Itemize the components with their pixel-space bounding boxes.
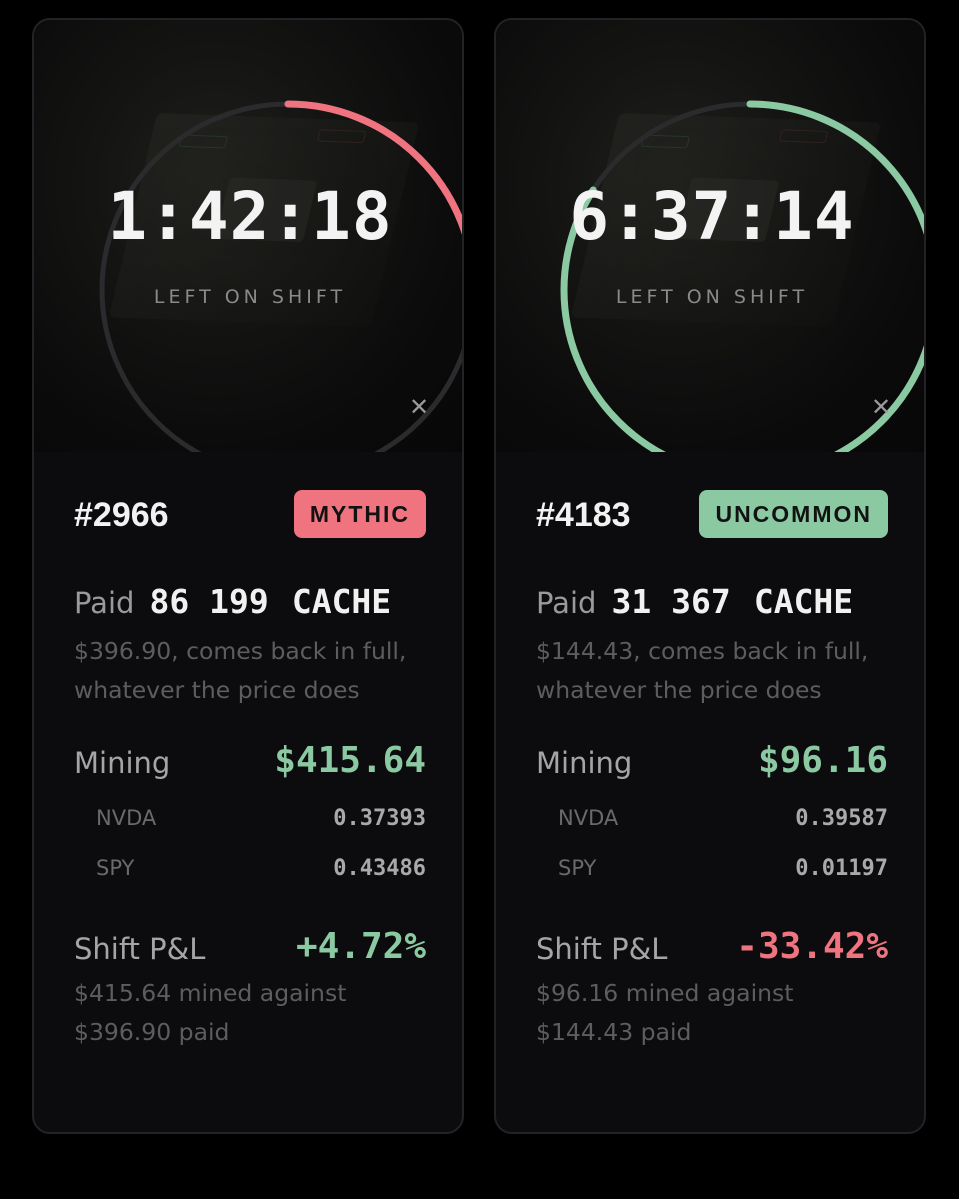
- mining-value: $415.64: [274, 740, 426, 781]
- miner-id: #4183: [536, 496, 631, 534]
- paid-row: Paid 31 367 CACHE: [536, 582, 888, 626]
- mining-row: Mining $96.16: [536, 740, 888, 786]
- asset-symbol: NVDA: [96, 806, 157, 830]
- miner-card[interactable]: 1:42:18 LEFT ON SHIFT ✕ #2966 MYTHIC Pai…: [32, 18, 464, 1134]
- paid-label: Paid: [536, 586, 597, 620]
- paid-amount: 86 199: [149, 582, 269, 621]
- asset-value: 0.01197: [795, 856, 888, 881]
- card-body: #2966 MYTHIC Paid 86 199 CACHE $396.90, …: [74, 490, 426, 1052]
- rarity-badge: MYTHIC: [293, 490, 426, 538]
- paid-row: Paid 86 199 CACHE: [74, 582, 426, 626]
- close-icon[interactable]: ✕: [868, 394, 894, 420]
- mining-value: $96.16: [757, 740, 888, 781]
- pnl-label: Shift P&L: [536, 932, 668, 966]
- paid-amount: 31 367: [611, 582, 731, 621]
- asset-symbol: SPY: [558, 856, 597, 880]
- paid-note: $144.43, comes back in full, whatever th…: [536, 637, 869, 704]
- asset-symbol: SPY: [96, 856, 135, 880]
- card-body: #4183 UNCOMMON Paid 31 367 CACHE $144.43…: [536, 490, 888, 1052]
- close-icon[interactable]: ✕: [406, 394, 432, 420]
- paid-unit: CACHE: [753, 582, 854, 621]
- timer-label: LEFT ON SHIFT: [615, 286, 809, 308]
- rarity-badge: UNCOMMON: [699, 490, 888, 538]
- mining-label: Mining: [74, 746, 171, 780]
- asset-row: NVDA 0.39587: [536, 794, 888, 844]
- mining-row: Mining $415.64: [74, 740, 426, 786]
- miner-id: #2966: [74, 496, 169, 534]
- miner-card[interactable]: 6:37:14 LEFT ON SHIFT ✕ #4183 UNCOMMON P…: [494, 18, 926, 1134]
- card-hero: 6:37:14 LEFT ON SHIFT ✕: [496, 20, 924, 452]
- shift-timer: 6:37:14: [569, 178, 855, 255]
- paid-unit: CACHE: [291, 582, 392, 621]
- paid-note: $396.90, comes back in full, whatever th…: [74, 637, 407, 704]
- asset-value: 0.37393: [333, 806, 426, 831]
- asset-value: 0.43486: [333, 856, 426, 881]
- paid-label: Paid: [74, 586, 135, 620]
- mining-label: Mining: [536, 746, 633, 780]
- asset-row: SPY 0.43486: [74, 844, 426, 894]
- asset-row: NVDA 0.37393: [74, 794, 426, 844]
- asset-symbol: NVDA: [558, 806, 619, 830]
- asset-row: SPY 0.01197: [536, 844, 888, 894]
- pnl-value: +4.72%: [295, 926, 426, 967]
- pnl-value: -33.42%: [736, 926, 888, 967]
- pnl-label: Shift P&L: [74, 932, 206, 966]
- shift-timer: 1:42:18: [107, 178, 393, 255]
- asset-value: 0.39587: [795, 806, 888, 831]
- pnl-row: Shift P&L +4.72%: [74, 926, 426, 972]
- pnl-note: $96.16 mined against $144.43 paid: [536, 979, 794, 1046]
- pnl-note: $415.64 mined against $396.90 paid: [74, 979, 347, 1046]
- timer-label: LEFT ON SHIFT: [153, 286, 347, 308]
- pnl-row: Shift P&L -33.42%: [536, 926, 888, 972]
- card-hero: 1:42:18 LEFT ON SHIFT ✕: [34, 20, 462, 452]
